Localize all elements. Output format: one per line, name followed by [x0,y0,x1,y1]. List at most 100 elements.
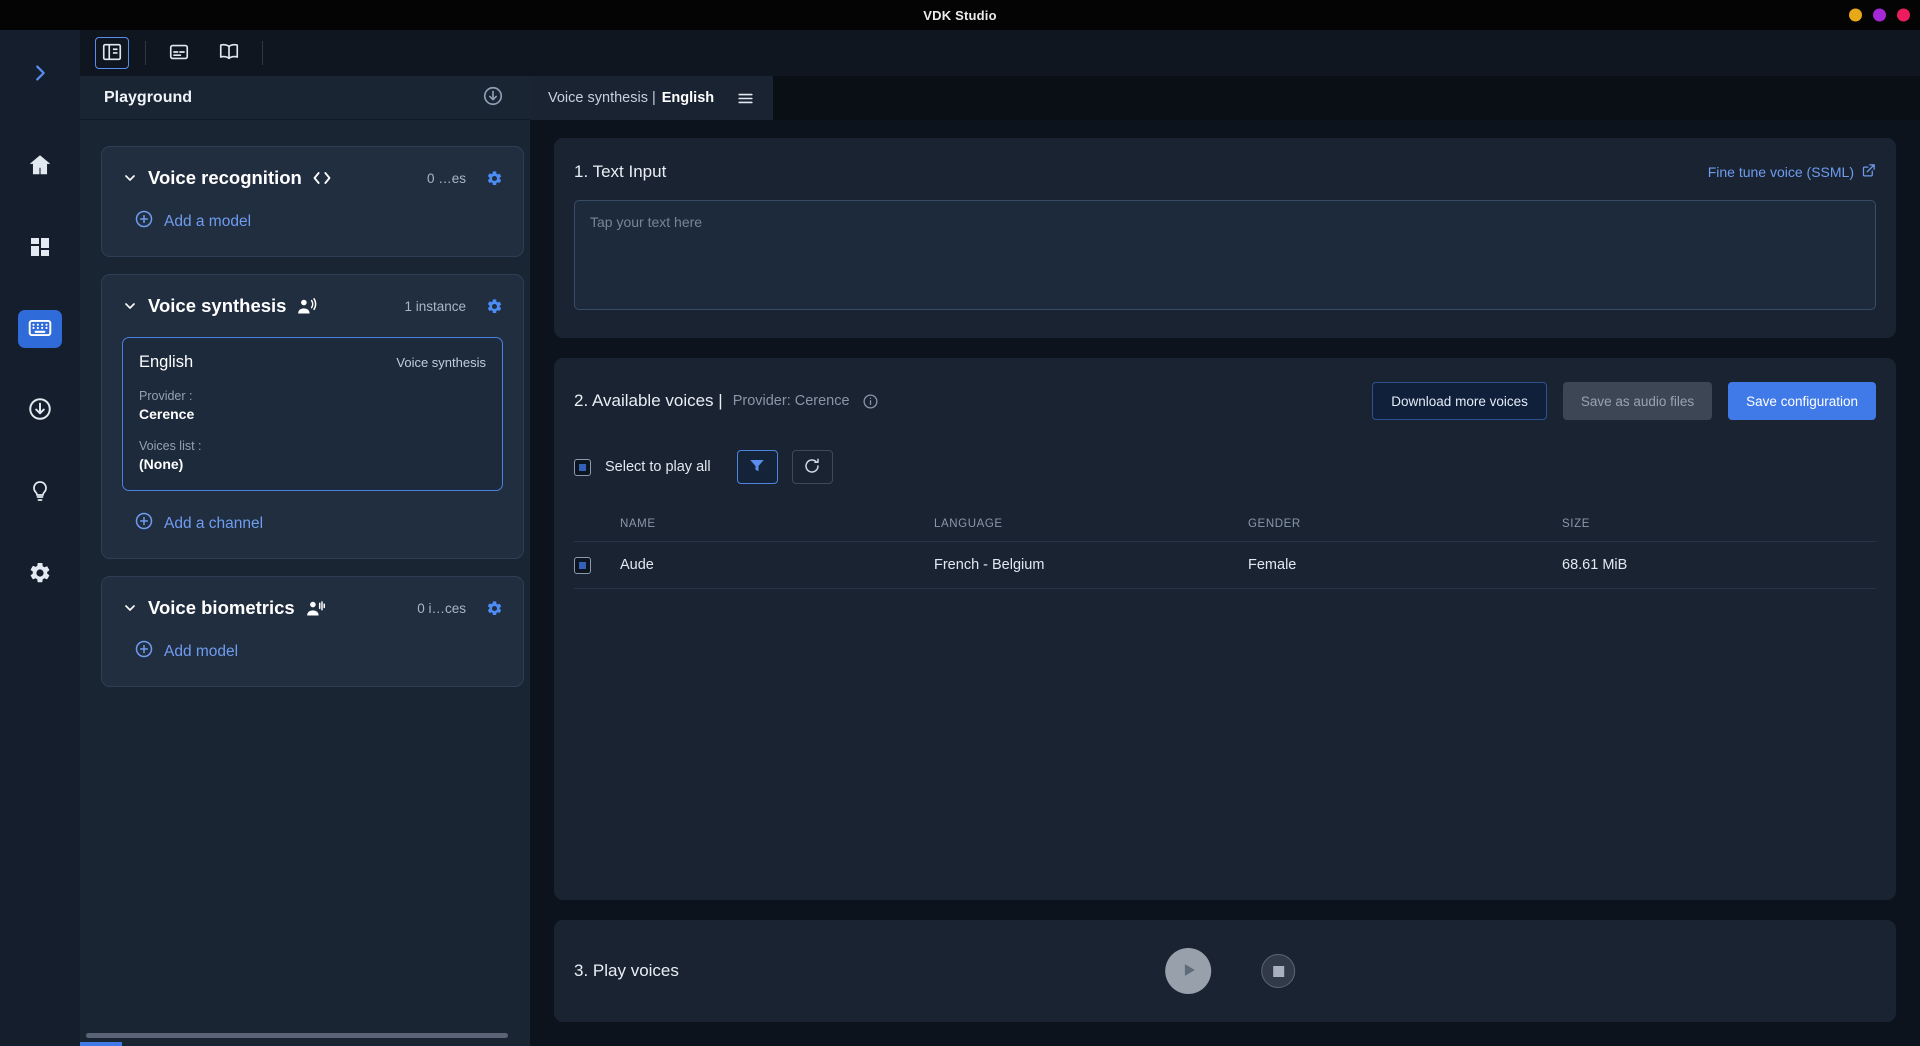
sidebar-nav [17,146,63,594]
card-header: Voice synthesis 1 instance [122,295,503,317]
instance-count: 0 i…ces [417,601,466,616]
add-model-label: Add a model [164,213,251,231]
window-maximize-button[interactable] [1873,9,1886,22]
card-settings-gear-icon[interactable] [486,170,503,187]
row-checkbox[interactable] [574,557,591,574]
channel-type: Voice synthesis [396,355,486,370]
main-column: Playground Voice reco [80,30,1920,1046]
code-icon [312,168,332,188]
filter-button[interactable] [737,450,778,484]
voice-synthesis-card: Voice synthesis 1 instance English [101,274,524,559]
voice-biometrics-card: Voice biometrics 0 i…ces [101,576,524,687]
select-row: Select to play all [574,450,1876,484]
content-row: Playground Voice reco [80,76,1920,1046]
cell-language: French - Belgium [934,557,1248,573]
tab-voice-synthesis-english[interactable]: Voice synthesis | English [530,76,773,120]
card-settings-gear-icon[interactable] [486,600,503,617]
save-as-audio-files-button[interactable]: Save as audio files [1563,382,1712,420]
channel-card-english[interactable]: English Voice synthesis Provider : Ceren… [122,337,503,491]
import-export-button[interactable] [482,85,504,110]
card-title: Voice recognition [148,167,302,189]
plus-circle-icon [134,639,154,664]
select-all-checkbox[interactable] [574,459,591,476]
play-button[interactable] [1165,948,1211,994]
collapse-chevron-icon[interactable] [122,170,138,186]
plus-circle-icon [134,209,154,234]
app-frame: Playground Voice reco [0,30,1920,1046]
sidebar-item-settings[interactable] [17,554,63,594]
add-model-button[interactable]: Add a model [134,209,251,234]
playground-header: Playground [80,76,530,120]
voices-table: NAME LANGUAGE GENDER SIZE Aude French - … [574,506,1876,589]
add-biometrics-model-button[interactable]: Add model [134,639,238,664]
download-circle-icon [27,396,53,425]
save-configuration-button[interactable]: Save configuration [1728,382,1876,420]
download-more-voices-button[interactable]: Download more voices [1372,382,1547,420]
column-language: LANGUAGE [934,518,1248,530]
collapse-chevron-icon[interactable] [122,600,138,616]
sidebar-expand-button[interactable] [17,54,63,94]
layout-icon [101,41,123,66]
info-icon[interactable] [862,393,879,410]
table-row-aude[interactable]: Aude French - Belgium Female 68.61 MiB [574,542,1876,589]
play-voices-heading: 3. Play voices [574,961,679,981]
refresh-icon [803,457,821,478]
stop-button[interactable] [1261,954,1295,988]
provider-caption: Provider: Cerence [733,393,850,409]
toolbar-docs-button[interactable] [212,37,246,69]
playground-panel: Playground Voice reco [80,76,530,1046]
voices-list-label: Voices list : [139,439,486,453]
select-all-label: Select to play all [605,459,711,475]
refresh-button[interactable] [792,450,833,484]
window-close-button[interactable] [1897,9,1910,22]
toolbar-separator [145,41,146,65]
tab-name: English [662,90,714,106]
voices-table-header: NAME LANGUAGE GENDER SIZE [574,506,1876,542]
sidebar-item-downloads[interactable] [17,390,63,430]
toolbar [80,30,1920,76]
sidebar-item-home[interactable] [17,146,63,186]
toolbar-layout-button[interactable] [95,37,129,69]
tab-bar: Voice synthesis | English [530,76,1920,120]
available-voices-heading-group: 2. Available voices | Provider: Cerence [574,391,879,411]
text-input-textarea[interactable] [574,200,1876,310]
provider-value: Cerence [139,406,486,422]
available-voices-header: 2. Available voices | Provider: Cerence … [574,382,1876,420]
playground-cards: Voice recognition 0 …es [80,120,530,687]
fine-tune-ssml-link[interactable]: Fine tune voice (SSML) [1708,163,1876,181]
window-horizontal-scrollbar-thumb[interactable] [80,1042,122,1046]
voice-recognition-card: Voice recognition 0 …es [101,146,524,257]
card-header: Voice biometrics 0 i…ces [122,597,503,619]
book-icon [218,41,240,66]
card-title: Voice biometrics [148,597,295,619]
chevron-right-icon [29,62,51,87]
card-settings-gear-icon[interactable] [486,298,503,315]
external-link-icon [1861,163,1876,181]
dashboard-icon [28,235,52,262]
column-size: SIZE [1562,518,1876,530]
add-channel-button[interactable]: Add a channel [134,511,263,536]
tab-prefix: Voice synthesis | [548,90,656,106]
cell-size: 68.61 MiB [1562,557,1876,573]
toolbar-subtitles-button[interactable] [162,37,196,69]
checkbox-fill [579,464,586,471]
column-gender: GENDER [1248,518,1562,530]
window-minimize-button[interactable] [1849,9,1862,22]
keyboard-icon [27,315,53,344]
plus-circle-icon [134,511,154,536]
sidebar-item-playground[interactable] [18,310,62,348]
sidebar-item-dashboard[interactable] [17,228,63,268]
subtitles-icon [168,41,190,66]
voices-list-value: (None) [139,456,486,472]
panel-horizontal-scrollbar[interactable] [86,1033,508,1038]
lightbulb-icon [28,479,52,506]
checkbox-fill [579,562,586,569]
voices-actions: Download more voices Save as audio files… [1372,382,1876,420]
collapse-chevron-icon[interactable] [122,298,138,314]
text-input-header: 1. Text Input Fine tune voice (SSML) [574,162,1876,182]
voice-biometrics-icon [305,598,326,619]
tab-menu-icon[interactable] [736,89,755,108]
card-title: Voice synthesis [148,295,286,317]
sidebar-item-tips[interactable] [17,472,63,512]
channel-header: English Voice synthesis [139,353,486,372]
